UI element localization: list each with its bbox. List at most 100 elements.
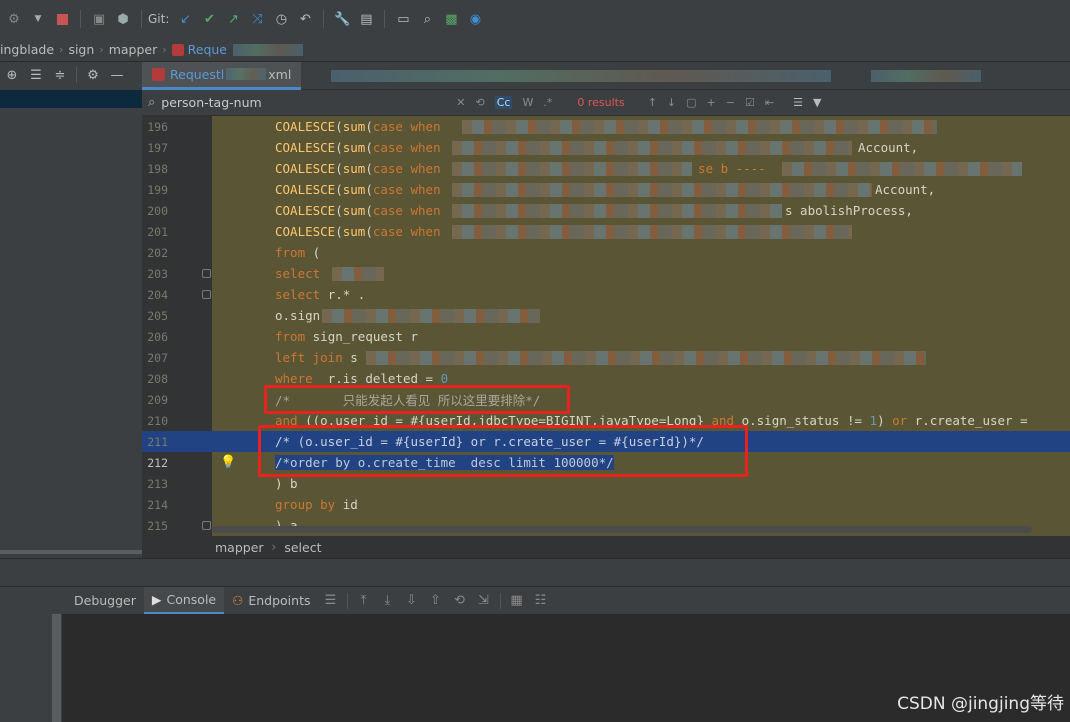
git-commit-icon[interactable]: ✔ [199,9,219,29]
drop-frame-icon[interactable]: ⟲ [448,593,472,608]
fold-icon[interactable] [202,290,211,299]
editor-breadcrumb: mapper › select [142,536,1070,558]
settings-icon[interactable]: 🔧 [332,9,352,29]
redacted-region [366,351,926,365]
expand-all-icon[interactable]: ☰ [24,63,48,87]
remove-selection-icon[interactable]: − [726,96,735,109]
monitor-icon[interactable]: ▩ [441,9,461,29]
menu-icon[interactable]: ☰ [319,593,343,608]
show-execution-point-icon[interactable]: ⤒ [352,593,376,608]
chevron-down-icon[interactable]: ▼ [28,9,48,29]
search-icon[interactable]: ⌕ [417,9,437,29]
run-config-icon[interactable]: ⚙ [4,9,24,29]
code-line[interactable]: 205 o.sign [142,305,1070,326]
endpoints-icon: ⚇ [232,593,244,608]
breadcrumb-item[interactable]: select [284,540,321,555]
trace-icon[interactable]: ☷ [529,593,553,608]
horizontal-scrollbar[interactable] [212,526,1032,533]
line-number: 203 [147,266,168,281]
code-line[interactable]: 206 from sign_request r [142,326,1070,347]
filter-icon[interactable]: ▼ [813,96,821,109]
rollback-icon[interactable]: ↶ [295,9,315,29]
breadcrumb-item[interactable]: mapper [109,42,158,57]
collapse-all-icon[interactable]: ≑ [48,63,72,87]
console-icon: ▶ [151,591,162,607]
redacted-region [462,120,937,134]
horizontal-scrollbar[interactable] [0,550,142,554]
breadcrumb-item[interactable]: sign [68,42,94,57]
redacted-region [871,69,982,82]
code-text: select [275,266,321,281]
code-line[interactable]: 196 COALESCE(sum(case when [142,116,1070,137]
xml-file-icon [152,67,165,81]
code-line[interactable]: 198 COALESCE(sum(case when se b ---- [142,158,1070,179]
tab-console[interactable]: ▶ Console [143,586,225,615]
search-icon[interactable]: ⌕ [148,95,155,110]
code-text: COALESCE(sum(case when [275,224,441,239]
check-icon[interactable]: ◉ [465,9,485,29]
editor-tabs: Requestl xml [142,61,1070,90]
add-selection-icon[interactable]: + [707,96,716,109]
step-out-icon[interactable]: ⇧ [424,593,448,608]
next-occurrence-icon[interactable]: ↓ [667,96,676,109]
gear-icon[interactable]: ⚙ [81,63,105,87]
breadcrumb-item[interactable]: mapper [215,540,264,555]
selected-tree-row[interactable] [0,90,142,108]
step-into-icon[interactable]: ⇩ [400,593,424,608]
run-to-cursor-icon[interactable]: ⇲ [472,593,496,608]
line-number: 211 [147,434,168,449]
step-over-icon[interactable]: ⤓ [376,593,400,608]
watermark: CSDN @jingjing等待 [897,694,1064,714]
tab-debugger[interactable]: Debugger [66,587,144,615]
select-all-icon[interactable]: ▢ [686,96,696,109]
minimize-icon[interactable]: — [105,63,129,87]
multiline-icon[interactable]: ☰ [793,96,803,109]
code-line[interactable]: 197 COALESCE(sum(case when Account, [142,137,1070,158]
code-line[interactable]: 214 group by id [142,494,1070,515]
prev-occurrence-icon[interactable]: ↑ [648,96,657,109]
in-selection-icon[interactable]: ⇤ [765,96,774,109]
vertical-scrollbar[interactable] [52,614,61,722]
history-icon[interactable]: ⟲ [476,96,485,109]
breadcrumb-item[interactable]: ingblade [0,42,54,57]
code-line[interactable]: 200 COALESCE(sum(case when s abolishProces… [142,200,1070,221]
code-line[interactable]: 202 from ( [142,242,1070,263]
project-panel [0,88,142,558]
tab-request-mapper[interactable]: Requestl xml [142,61,302,90]
regex-toggle[interactable]: .* [543,96,552,109]
fold-icon[interactable] [202,269,211,278]
code-line[interactable]: 204 select r.* . [142,284,1070,305]
redacted-region [322,309,540,323]
words-toggle[interactable]: W [522,96,533,109]
breadcrumb-item[interactable]: Reque [188,42,227,57]
history-icon[interactable]: ◷ [271,9,291,29]
project-toolwindow-header: ⊕ ☰ ≑ ⚙ — [0,62,142,88]
toolbar-separator [141,10,142,28]
lightbulb-icon[interactable]: 💡 [220,455,236,470]
code-text: COALESCE(sum(case when [275,182,441,197]
tab-endpoints[interactable]: ⚇ Endpoints [224,587,318,615]
line-number: 213 [147,476,168,491]
crosshair-icon[interactable]: ⊕ [0,63,24,87]
code-line[interactable]: 199 COALESCE(sum(case when Account, [142,179,1070,200]
redacted-region [452,225,852,239]
clear-icon[interactable]: ✕ [456,96,465,109]
build-icon[interactable]: ⬢ [113,9,133,29]
git-update-icon[interactable]: ↙ [175,9,195,29]
match-case-toggle[interactable]: Cc [494,96,513,109]
line-number: 206 [147,329,168,344]
coverage-icon[interactable]: ▣ [89,9,109,29]
git-push-icon[interactable]: ↗ [223,9,243,29]
tab-label: Debugger [74,593,136,608]
stop-icon[interactable] [52,9,72,29]
search-input[interactable] [161,95,452,110]
select-all-occurrences-icon[interactable]: ☑ [745,96,755,109]
evaluate-icon[interactable]: ▦ [505,593,529,608]
code-line[interactable]: 207 left join s [142,347,1070,368]
code-line[interactable]: 203 select [142,263,1070,284]
git-merge-icon[interactable]: ⤨ [247,9,267,29]
fold-icon[interactable] [202,521,211,530]
code-line[interactable]: 201 COALESCE(sum(case when [142,221,1070,242]
terminal-icon[interactable]: ▭ [393,9,413,29]
project-structure-icon[interactable]: ▤ [356,9,376,29]
